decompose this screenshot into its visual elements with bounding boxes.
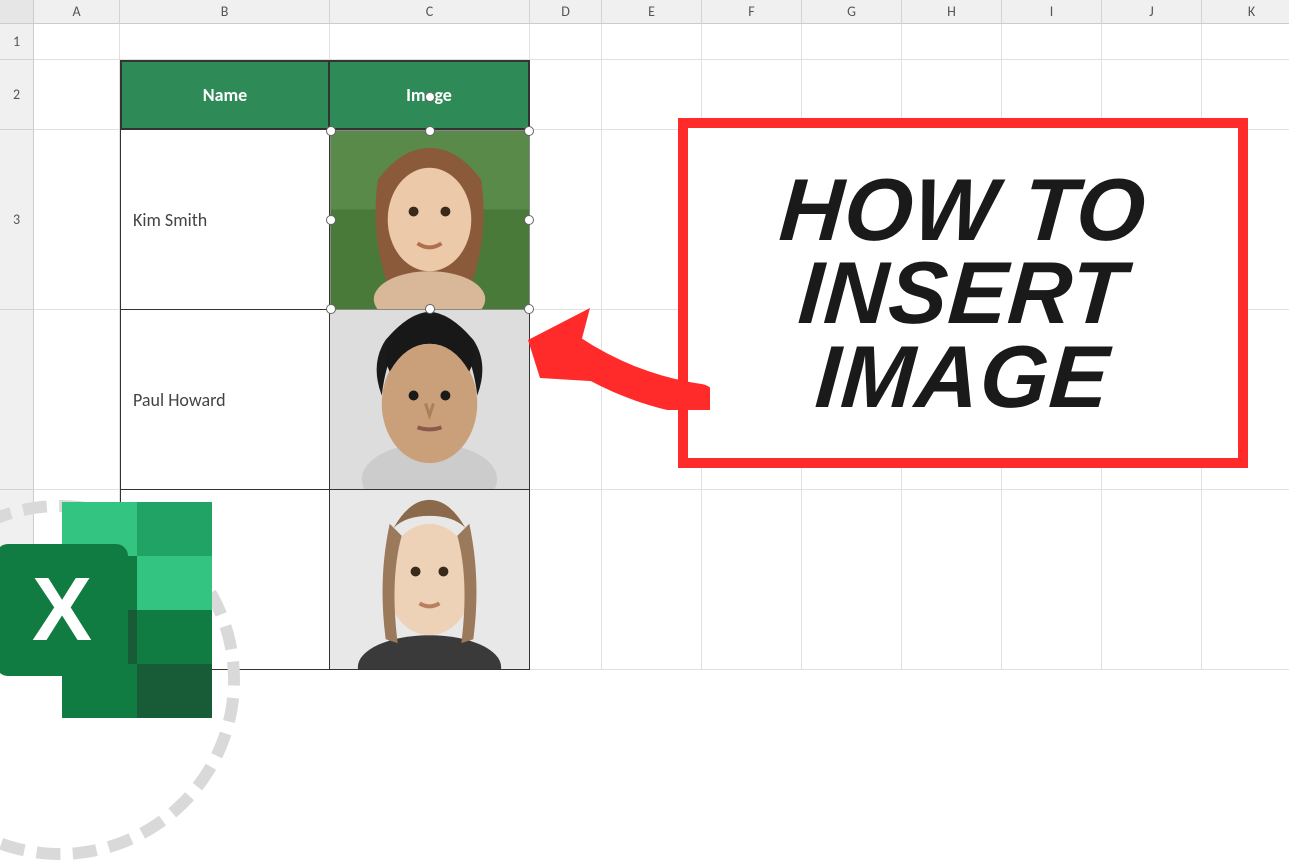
table-header-name[interactable]: Name	[120, 60, 330, 130]
col-header-A[interactable]: A	[34, 0, 120, 24]
col-header-F[interactable]: F	[702, 0, 802, 24]
row-header-1[interactable]: 1	[0, 24, 34, 60]
cell-E1[interactable]	[602, 24, 702, 60]
cell-H5[interactable]	[902, 490, 1002, 670]
column-header-row: A B C D E F G H I J K	[0, 0, 1289, 24]
col-header-H[interactable]: H	[902, 0, 1002, 24]
cell-J1[interactable]	[1102, 24, 1202, 60]
cell-A1[interactable]	[34, 24, 120, 60]
cell-K5[interactable]	[1202, 490, 1289, 670]
person-photo-3[interactable]	[330, 490, 529, 669]
callout-line-3: IMAGE	[813, 335, 1112, 419]
cell-F5[interactable]	[702, 490, 802, 670]
cell-D1[interactable]	[530, 24, 602, 60]
col-header-G[interactable]: G	[802, 0, 902, 24]
cell-B1[interactable]	[120, 24, 330, 60]
cell-D3[interactable]	[530, 130, 602, 310]
col-header-D[interactable]: D	[530, 0, 602, 24]
callout-line-1: HOW TO	[777, 168, 1149, 252]
cell-D4[interactable]	[530, 310, 602, 490]
person-photo-2[interactable]	[330, 310, 529, 489]
table-cell-name-1[interactable]: Kim Smith	[120, 130, 330, 310]
cell-H1[interactable]	[902, 24, 1002, 60]
cell-D5[interactable]	[530, 490, 602, 670]
col-header-I[interactable]: I	[1002, 0, 1102, 24]
table-cell-image-2[interactable]	[330, 310, 530, 490]
col-header-B[interactable]: B	[120, 0, 330, 24]
cell-D2[interactable]	[530, 60, 602, 130]
cell-F1[interactable]	[702, 24, 802, 60]
col-header-J[interactable]: J	[1102, 0, 1202, 24]
table-header-image[interactable]: Image	[330, 60, 530, 130]
row-header-3[interactable]: 3	[0, 130, 34, 310]
cell-G5[interactable]	[802, 490, 902, 670]
cell-G1[interactable]	[802, 24, 902, 60]
excel-logo-icon: X	[0, 460, 260, 760]
callout-line-2: INSERT	[797, 251, 1130, 335]
table-cell-image-1[interactable]	[330, 130, 530, 310]
cell-C1[interactable]	[330, 24, 530, 60]
col-header-K[interactable]: K	[1202, 0, 1289, 24]
svg-text:X: X	[32, 560, 92, 660]
cell-K1[interactable]	[1202, 24, 1289, 60]
person-photo-1[interactable]	[330, 130, 529, 309]
table-cell-image-3[interactable]	[330, 490, 530, 670]
cell-A2[interactable]	[34, 60, 120, 130]
select-all-corner[interactable]	[0, 0, 34, 24]
col-header-C[interactable]: C	[330, 0, 530, 24]
cell-A3[interactable]	[34, 130, 120, 310]
cell-E5[interactable]	[602, 490, 702, 670]
cell-I1[interactable]	[1002, 24, 1102, 60]
col-header-E[interactable]: E	[602, 0, 702, 24]
row-header-2[interactable]: 2	[0, 60, 34, 130]
cell-J5[interactable]	[1102, 490, 1202, 670]
cell-I5[interactable]	[1002, 490, 1102, 670]
callout-box: HOW TO INSERT IMAGE	[678, 118, 1248, 468]
